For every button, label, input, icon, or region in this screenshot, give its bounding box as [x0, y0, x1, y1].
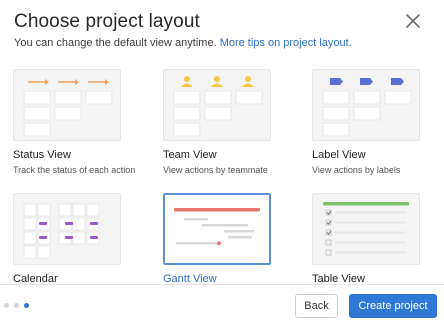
create-project-button[interactable]: Create project [349, 294, 437, 318]
status-view-thumbnail [13, 69, 121, 141]
pager-dot-active[interactable] [24, 303, 29, 308]
layout-tips-link[interactable]: More tips on project layout. [220, 37, 352, 49]
layout-title: Status View [13, 149, 71, 161]
subtitle-text: You can change the default view anytime. [14, 37, 217, 49]
pager-dot[interactable] [14, 303, 19, 308]
pager-dot[interactable] [4, 303, 9, 308]
label-view-thumbnail [312, 69, 420, 141]
gantt-view-thumbnail [163, 193, 271, 265]
dialog-footer: Back Create project [0, 284, 444, 326]
close-icon[interactable] [404, 12, 422, 30]
layout-description: View actions by labels [312, 165, 401, 175]
dialog-title: Choose project layout [14, 11, 200, 32]
layout-title: Label View [312, 149, 366, 161]
calendar-view-thumbnail [13, 193, 121, 265]
back-button[interactable]: Back [295, 294, 338, 318]
team-view-thumbnail [163, 69, 271, 141]
layout-description: View actions by teammate [163, 165, 268, 175]
table-view-thumbnail [312, 193, 420, 265]
choose-layout-dialog: Choose project layout You can change the… [0, 0, 444, 326]
layout-title: Team View [163, 149, 217, 161]
layout-description: Track the status of each action [13, 165, 136, 175]
dialog-subtitle: You can change the default view anytime.… [14, 37, 352, 49]
